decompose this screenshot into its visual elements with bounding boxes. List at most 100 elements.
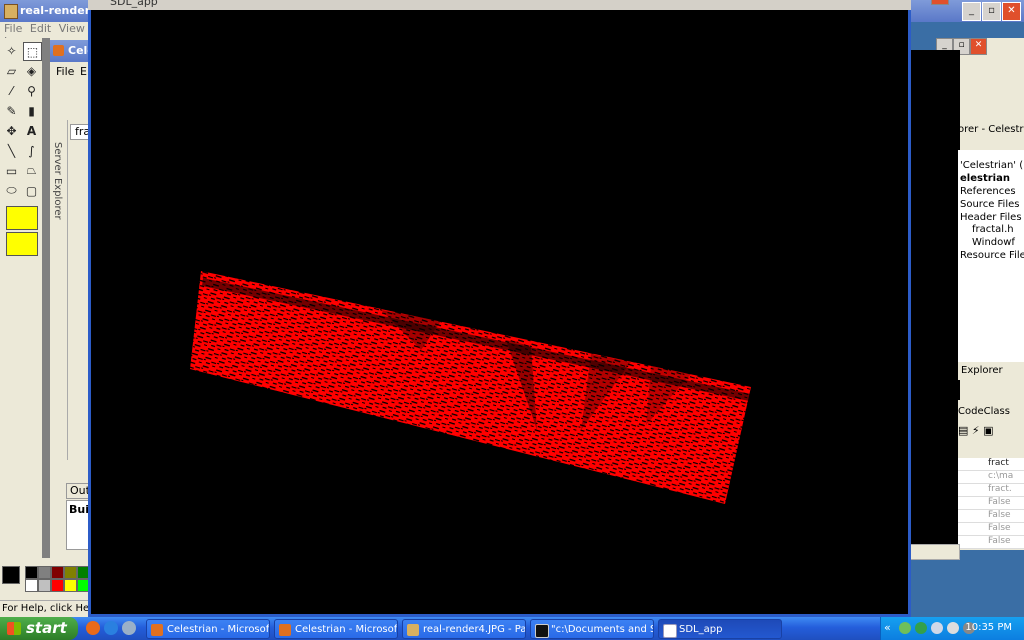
taskbar-button-label: real-render4.JPG - Paint <box>423 624 526 635</box>
color-maroon[interactable] <box>51 566 64 579</box>
vs-title: Celest <box>68 44 90 57</box>
paint-title-bar[interactable]: real-render4 <box>0 0 100 22</box>
horizontal-scrollbar[interactable] <box>910 544 960 560</box>
ellipse-icon[interactable]: ⬭ <box>3 182 20 199</box>
picker-icon[interactable]: ⁄ <box>3 82 20 99</box>
tree-item-fractal-h[interactable]: fractal.h <box>972 224 1014 235</box>
windows-flag-icon <box>7 622 21 635</box>
magnifier-icon[interactable]: ⚲ <box>23 82 40 99</box>
airbrush-icon[interactable]: ✥ <box>3 122 20 139</box>
props-toolbar-icon[interactable]: ▤ ⚡ ▣ <box>958 424 994 437</box>
paint-status-bar: For Help, click Help Top <box>0 600 100 617</box>
paint-menu-edit[interactable]: Edit <box>30 22 51 35</box>
rectangle-icon[interactable]: ▭ <box>3 162 20 179</box>
close-button[interactable]: ✕ <box>1002 2 1021 21</box>
tree-item-source-files[interactable]: Source Files <box>960 199 1019 210</box>
pane-close-button[interactable]: ✕ <box>970 38 987 55</box>
firefox-icon[interactable] <box>86 621 100 635</box>
sdl-close-button[interactable]: ✕ <box>931 0 949 5</box>
tray-expand-icon[interactable]: « <box>884 621 891 634</box>
taskbar-button-label: Celestrian - Microsoft... <box>167 624 270 635</box>
tray-network-icon[interactable] <box>899 622 911 634</box>
paint-canvas-edge <box>42 38 50 558</box>
property-value[interactable]: False <box>958 497 1024 510</box>
line-icon[interactable]: ╲ <box>3 142 20 159</box>
paint-title: real-render4 <box>20 4 98 17</box>
pencil-icon[interactable]: ✎ <box>3 102 20 119</box>
sdl-title: SDL_app <box>110 0 158 8</box>
taskbar-button-vs-2[interactable]: Celestrian - Microsoft... <box>274 619 398 639</box>
taskbar-button-vs-1[interactable]: Celestrian - Microsoft... <box>146 619 270 639</box>
color-olive[interactable] <box>64 566 77 579</box>
taskbar-button-sdl[interactable]: SDL_app <box>658 619 782 639</box>
paint-menu-view[interactable]: View <box>59 22 85 35</box>
tray-clock: 10:35 PM <box>965 622 1012 633</box>
tray-info-icon[interactable] <box>915 622 927 634</box>
server-explorer-label: Server Explorer <box>52 142 63 220</box>
taskbar-button-label: "c:\Documents and S... <box>551 624 653 635</box>
right-black-area <box>910 50 960 545</box>
sdl-title-bar[interactable]: SDL_app _▫✕ <box>88 0 949 10</box>
color-black[interactable] <box>25 566 38 579</box>
taskbar-button-console[interactable]: "c:\Documents and S... <box>530 619 654 639</box>
ie-icon[interactable] <box>104 621 118 635</box>
tree-item-references[interactable]: References <box>960 186 1016 197</box>
rect-select-icon[interactable]: ⬚ <box>23 42 42 61</box>
tree-item-header-files[interactable]: Header Files <box>960 212 1022 223</box>
free-select-icon[interactable]: ✧ <box>3 42 20 59</box>
tree-item-windowf[interactable]: Windowf <box>972 237 1015 248</box>
start-button[interactable]: start <box>0 617 78 640</box>
color-silver[interactable] <box>38 579 51 592</box>
fill-style-option-2-icon[interactable] <box>6 232 38 256</box>
tray-security-icon[interactable] <box>931 622 943 634</box>
paint-menu-bar: File Edit View Im <box>0 22 100 48</box>
maximize-button[interactable]: ▫ <box>982 2 1001 21</box>
brush-icon[interactable]: ▮ <box>23 102 40 119</box>
right-window-title-bar: _ ▫ ✕ <box>908 0 1024 22</box>
vs-menu-bar: File E <box>50 62 90 80</box>
vs-title-bar[interactable]: Celest <box>50 40 90 62</box>
color-gray[interactable] <box>38 566 51 579</box>
vs-output-tab[interactable]: Outp <box>66 483 90 499</box>
server-explorer-tab[interactable]: Server Explorer <box>50 120 68 460</box>
curve-icon[interactable]: ∫ <box>23 142 40 159</box>
paint-menu-file[interactable]: File <box>4 22 22 35</box>
tree-item-project[interactable]: elestrian <box>960 173 1010 184</box>
solution-explorer-tab[interactable]: Explorer <box>961 365 1003 376</box>
text-icon[interactable]: A <box>23 122 40 139</box>
paint-toolbox: ✧ ⬚ ▱ ◈ ⁄ ⚲ ✎ ▮ ✥ A ╲ ∫ ▭ ⏢ ⬭ ▢ <box>0 38 42 256</box>
primary-color-swatch[interactable] <box>2 566 20 584</box>
color-white[interactable] <box>25 579 38 592</box>
vs-build-pane: Buil <box>66 500 90 550</box>
window-icon <box>663 624 677 638</box>
color-red[interactable] <box>51 579 64 592</box>
vs-icon <box>151 624 163 636</box>
fill-icon[interactable]: ◈ <box>23 62 40 79</box>
vs-menu-file[interactable]: File <box>56 65 74 78</box>
polygon-icon[interactable]: ⏢ <box>23 162 40 179</box>
tray-volume-icon[interactable] <box>947 622 959 634</box>
fill-style-option-icon[interactable] <box>6 206 38 230</box>
vs-icon <box>279 624 291 636</box>
taskbar-button-paint[interactable]: real-render4.JPG - Paint <box>402 619 526 639</box>
tree-item-solution[interactable]: 'Celestrian' ( <box>960 160 1023 171</box>
rounded-rect-icon[interactable]: ▢ <box>23 182 40 199</box>
vs-app-icon <box>53 45 64 56</box>
solution-tabs: Explorer <box>958 362 1024 380</box>
tree-item-resource-files[interactable]: Resource File <box>960 250 1024 261</box>
property-value[interactable]: fract. <box>958 484 1024 497</box>
eraser-icon[interactable]: ▱ <box>3 62 20 79</box>
minimize-button[interactable]: _ <box>962 2 981 21</box>
start-label: start <box>26 619 67 637</box>
property-value[interactable]: False <box>958 510 1024 523</box>
property-value[interactable]: fract <box>958 458 1024 471</box>
media-player-icon[interactable] <box>122 621 136 635</box>
color-yellow[interactable] <box>64 579 77 592</box>
property-value[interactable]: False <box>958 536 1024 549</box>
property-value[interactable]: False <box>958 523 1024 536</box>
property-value[interactable]: c:\ma <box>958 471 1024 484</box>
taskbar-button-label: Celestrian - Microsoft... <box>295 624 398 635</box>
vs-menu-edit[interactable]: E <box>80 65 87 78</box>
taskbar-button-label: SDL_app <box>679 624 723 635</box>
system-tray: « 10:35 PM <box>880 617 1024 640</box>
